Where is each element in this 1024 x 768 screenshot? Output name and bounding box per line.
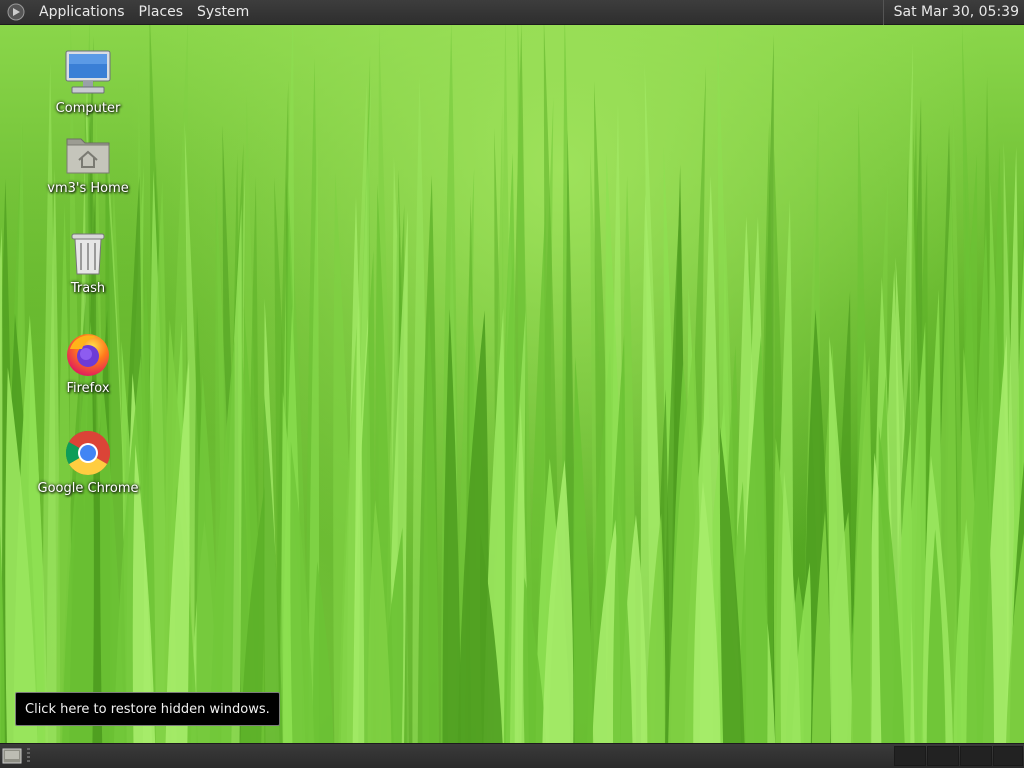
top-panel: Applications Places System Sat Mar 30, 0… bbox=[0, 0, 1024, 25]
desktop-wallpaper[interactable] bbox=[0, 25, 1024, 743]
trash-icon bbox=[62, 225, 114, 277]
desktop-icon-google-chrome[interactable]: Google Chrome bbox=[33, 425, 143, 496]
menu-places[interactable]: Places bbox=[132, 0, 191, 25]
workspace-switcher-2[interactable] bbox=[927, 746, 959, 766]
panel-clock[interactable]: Sat Mar 30, 05:39 bbox=[882, 0, 1019, 25]
desktop-icon-trash[interactable]: Trash bbox=[33, 225, 143, 296]
firefox-icon bbox=[62, 325, 114, 377]
menu-applications[interactable]: Applications bbox=[32, 0, 132, 25]
restore-windows-tooltip: Click here to restore hidden windows. bbox=[15, 692, 280, 726]
grass-blade bbox=[573, 356, 594, 743]
desktop-icon-label: Computer bbox=[55, 101, 121, 116]
desktop-icon-label: Google Chrome bbox=[37, 481, 139, 496]
workspace-switcher-1[interactable] bbox=[894, 746, 926, 766]
show-desktop-icon[interactable] bbox=[1, 746, 23, 766]
desktop-icon-label: Trash bbox=[70, 281, 106, 296]
home-folder-icon bbox=[62, 125, 114, 177]
workspace-switcher-3[interactable] bbox=[960, 746, 992, 766]
workspace-switcher-4[interactable] bbox=[993, 746, 1023, 766]
desktop-icon-label: vm3's Home bbox=[47, 181, 129, 196]
menu-system[interactable]: System bbox=[190, 0, 256, 25]
main-menu-logo-icon[interactable] bbox=[6, 2, 26, 22]
bottom-panel bbox=[0, 743, 1024, 768]
grass-wallpaper-image bbox=[0, 25, 1024, 743]
panel-drag-handle[interactable] bbox=[27, 748, 30, 764]
computer-icon bbox=[62, 45, 114, 97]
desktop-icon-label: Firefox bbox=[66, 381, 110, 396]
grass-blade bbox=[312, 561, 334, 743]
chrome-icon bbox=[62, 425, 114, 477]
desktop-icon-firefox[interactable]: Firefox bbox=[33, 325, 143, 396]
desktop-icon-computer[interactable]: Computer bbox=[33, 45, 143, 116]
desktop-icon-home[interactable]: vm3's Home bbox=[33, 125, 143, 196]
